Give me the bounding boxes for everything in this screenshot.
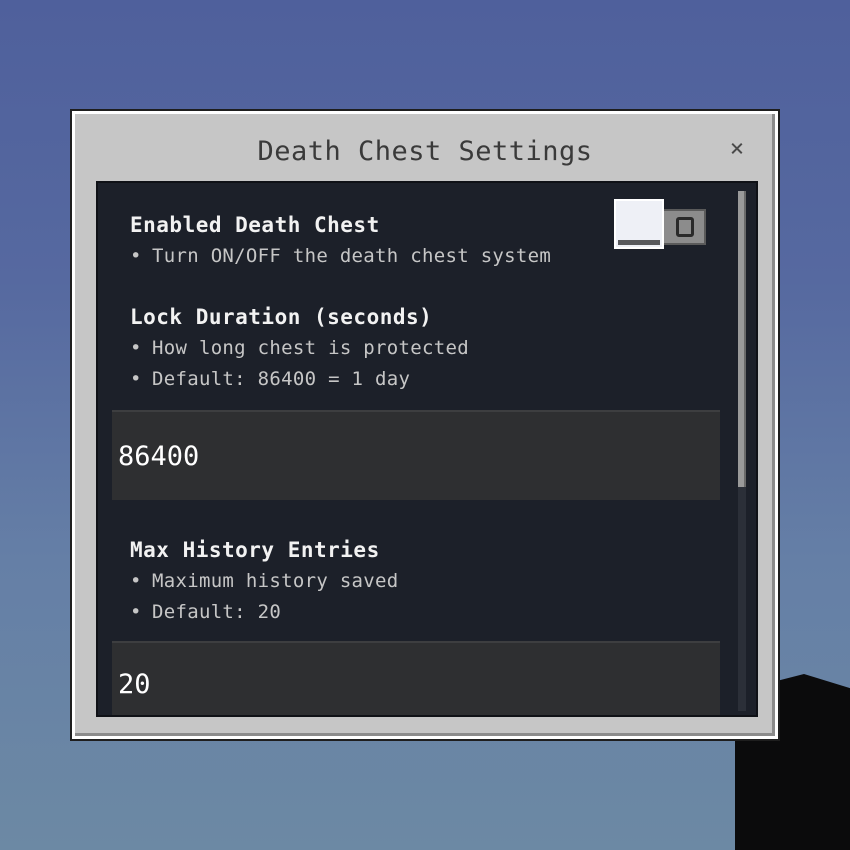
bullet-icon: • — [130, 245, 142, 267]
scrollbar-thumb[interactable] — [738, 191, 746, 487]
bullet-icon: • — [130, 570, 142, 592]
max-history-input[interactable]: 20 — [112, 641, 720, 715]
toggle-knob[interactable] — [614, 199, 664, 249]
off-indicator-icon — [676, 217, 694, 237]
setting-heading: Max History Entries — [130, 538, 380, 562]
setting-description: • Default: 86400 = 1 day — [130, 364, 716, 395]
setting-max-history-entries: Max History Entries • Maximum history sav… — [130, 538, 716, 628]
settings-dialog: Death Chest Settings × Enabled Death Che… — [70, 109, 780, 741]
lock-duration-input[interactable]: 86400 — [112, 410, 720, 500]
bullet-icon: • — [130, 601, 142, 623]
setting-heading: Lock Duration (seconds) — [130, 305, 433, 329]
bullet-icon: • — [130, 337, 142, 359]
close-icon[interactable]: × — [723, 134, 751, 162]
dialog-title: Death Chest Settings — [257, 136, 593, 167]
setting-lock-duration: Lock Duration (seconds) • How long chest … — [130, 305, 716, 395]
setting-description: • Default: 20 — [130, 597, 716, 628]
scrollbar-track[interactable] — [738, 191, 746, 711]
bullet-icon: • — [130, 368, 142, 390]
enabled-death-chest-toggle[interactable] — [614, 199, 706, 249]
setting-description: • Maximum history saved — [130, 566, 716, 597]
settings-scroll-panel[interactable]: Enabled Death Chest • Turn ON/OFF the dea… — [96, 181, 758, 717]
setting-description: • How long chest is protected — [130, 333, 716, 364]
